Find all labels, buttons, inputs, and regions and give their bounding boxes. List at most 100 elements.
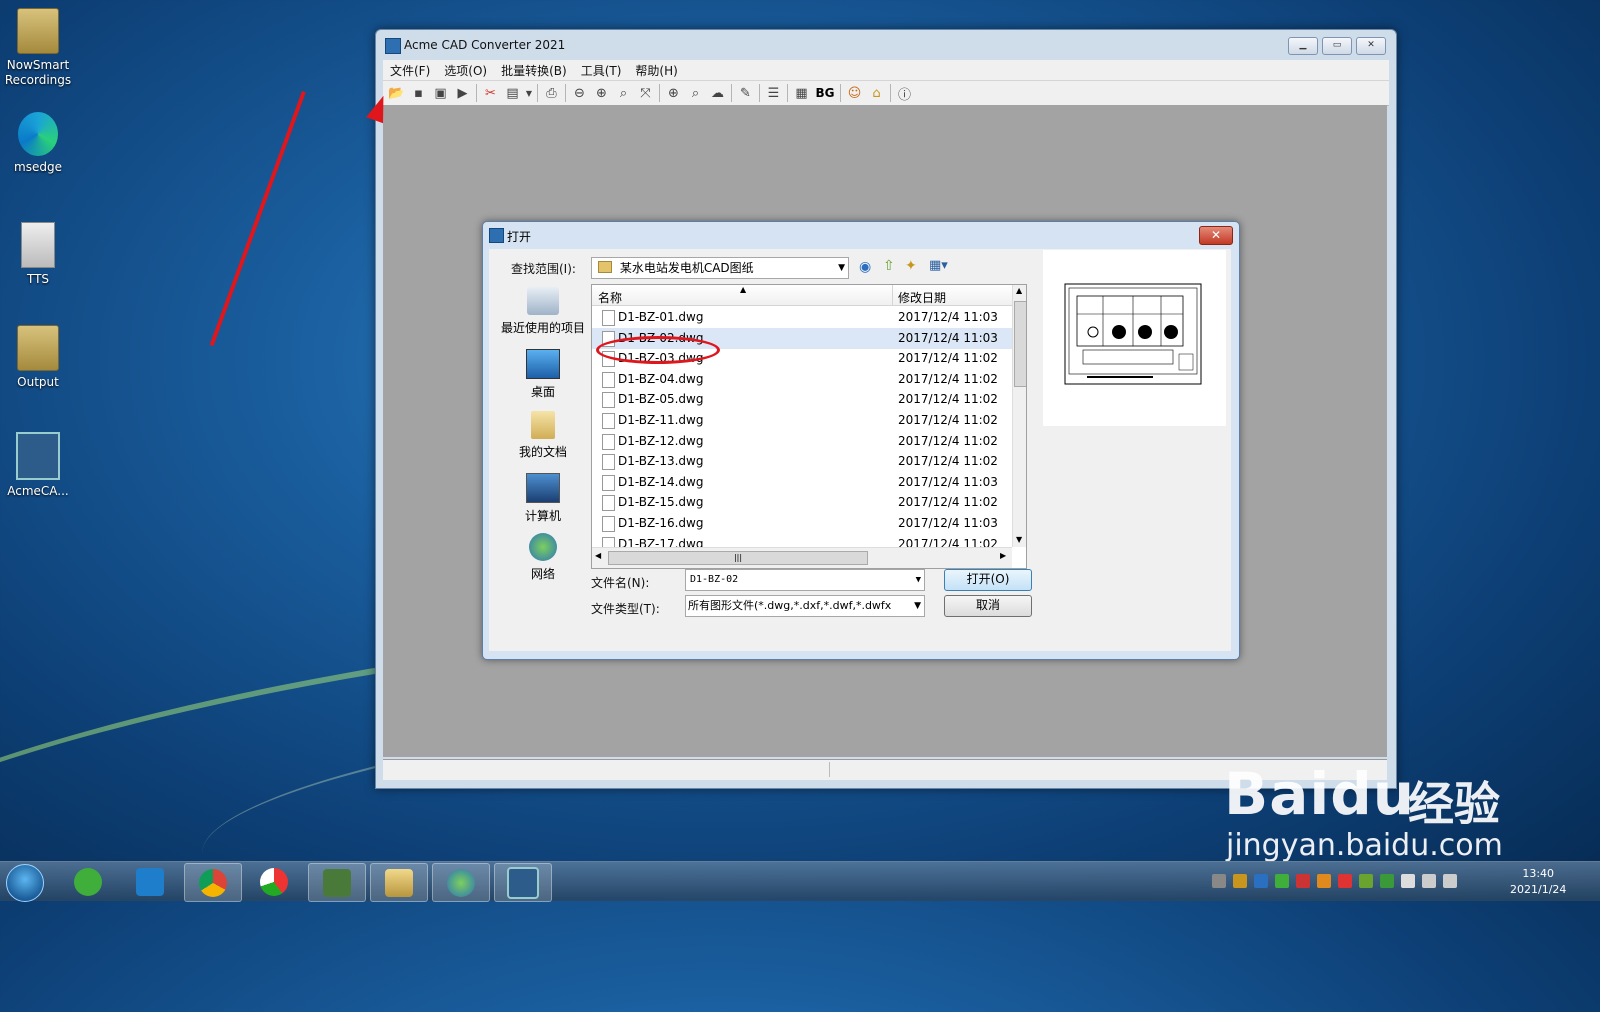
taskbar-chrome[interactable] xyxy=(184,863,242,902)
search-tray-icon[interactable] xyxy=(1317,874,1331,888)
zoom-realtime-icon[interactable]: ⤧ xyxy=(635,83,656,103)
tray-app-icon[interactable] xyxy=(1338,874,1352,888)
view-menu-icon[interactable]: ▦▾ xyxy=(929,258,948,273)
file-row[interactable]: D1-BZ-12.dwg 2017/12/4 11:02 xyxy=(592,431,1012,452)
chevron-down-icon[interactable]: ▼ xyxy=(916,570,921,590)
desktop-icon-msedge[interactable]: msedge xyxy=(2,112,74,175)
menu-options[interactable]: 选项(O) xyxy=(437,62,494,79)
menu-help[interactable]: 帮助(H) xyxy=(628,62,684,79)
scroll-thumb[interactable] xyxy=(1014,301,1026,387)
layout-icon[interactable]: ▦ xyxy=(791,83,812,103)
zoom-out-icon[interactable]: ⊖ xyxy=(569,83,590,103)
desktop-icon-nowsmart[interactable]: NowSmart Recordings xyxy=(2,8,74,88)
menu-tools[interactable]: 工具(T) xyxy=(574,62,629,79)
file-row[interactable]: D1-BZ-01.dwg 2017/12/4 11:03 xyxy=(592,307,1012,328)
filetype-value: 所有图形文件(*.dwg,*.dxf,*.dwf,*.dwfx xyxy=(688,599,892,612)
column-modified-header[interactable]: 修改日期 xyxy=(898,289,946,306)
column-name-header[interactable]: 名称 xyxy=(598,289,622,306)
taskbar-app-5[interactable] xyxy=(308,863,366,902)
zoom-all-icon[interactable]: ⌕ xyxy=(685,83,706,103)
scroll-right-icon[interactable]: ▶ xyxy=(1000,551,1006,560)
place-desktop[interactable]: 桌面 xyxy=(495,349,591,400)
tray-app-icon[interactable] xyxy=(1296,874,1310,888)
window-titlebar[interactable]: Acme CAD Converter 2021 ▁ ▭ ✕ xyxy=(376,30,1396,60)
flag-icon[interactable] xyxy=(1401,874,1415,888)
vscode-icon xyxy=(136,867,164,896)
cancel-button[interactable]: 取消 xyxy=(944,595,1032,617)
background-button[interactable]: BG xyxy=(813,83,837,103)
zoom-extents-icon[interactable]: ⊕ xyxy=(663,83,684,103)
volume-icon[interactable] xyxy=(1443,874,1457,888)
new-folder-icon[interactable]: ✦ xyxy=(905,258,917,274)
up-folder-icon[interactable]: ⇧ xyxy=(883,258,895,274)
folder-icon xyxy=(17,8,59,54)
network-icon[interactable] xyxy=(1422,874,1436,888)
file-row[interactable]: D1-BZ-14.dwg 2017/12/4 11:03 xyxy=(592,472,1012,493)
batch-icon[interactable]: ▤ xyxy=(502,83,523,103)
back-icon[interactable]: ◉ xyxy=(859,259,871,275)
scroll-down-icon[interactable]: ▼ xyxy=(1016,535,1022,544)
maximize-button[interactable]: ▭ xyxy=(1322,37,1352,55)
save-all-icon[interactable]: ▣ xyxy=(430,83,451,103)
taskbar-vscode[interactable] xyxy=(122,863,178,900)
file-row[interactable]: D1-BZ-04.dwg 2017/12/4 11:02 xyxy=(592,369,1012,390)
keyboard-icon[interactable] xyxy=(1212,874,1226,888)
vertical-scrollbar[interactable]: ▲ ▼ xyxy=(1012,285,1026,547)
scroll-up-icon[interactable]: ▲ xyxy=(1016,286,1022,295)
convert-icon[interactable]: ✂ xyxy=(480,83,501,103)
home-icon[interactable]: ⌂ xyxy=(866,83,887,103)
close-window-button[interactable]: ✕ xyxy=(1356,37,1386,55)
save-icon[interactable]: ▪ xyxy=(408,83,429,103)
desktop-icon-acmecad[interactable]: AcmeCA... xyxy=(2,432,74,499)
taskbar-explorer[interactable] xyxy=(370,863,428,902)
user-icon[interactable]: ☺ xyxy=(844,83,865,103)
horizontal-scrollbar[interactable]: ◀ ||| ▶ xyxy=(592,547,1012,568)
taskbar-app-4[interactable] xyxy=(246,863,302,900)
place-documents[interactable]: 我的文档 xyxy=(495,411,591,460)
filename-value: D1-BZ-02 xyxy=(690,574,739,585)
file-row[interactable]: D1-BZ-16.dwg 2017/12/4 11:03 xyxy=(592,513,1012,534)
minimize-button[interactable]: ▁ xyxy=(1288,37,1318,55)
wechat-tray-icon[interactable] xyxy=(1275,874,1289,888)
lookin-dropdown[interactable]: 某水电站发电机CAD图纸 ▼ xyxy=(591,257,849,279)
desktop-icon-tts[interactable]: TTS xyxy=(2,222,74,287)
start-button[interactable] xyxy=(6,864,44,902)
tray-app-icon[interactable] xyxy=(1254,874,1268,888)
system-clock[interactable]: 13:40 2021/1/24 xyxy=(1510,866,1566,898)
menu-batch-convert[interactable]: 批量转换(B) xyxy=(494,62,574,79)
file-row[interactable]: D1-BZ-15.dwg 2017/12/4 11:02 xyxy=(592,492,1012,513)
tray-app-icon[interactable] xyxy=(1233,874,1247,888)
tray-app-icon[interactable] xyxy=(1380,874,1394,888)
tray-app-icon[interactable] xyxy=(1359,874,1373,888)
menu-file[interactable]: 文件(F) xyxy=(383,62,437,79)
layers-icon[interactable]: ☰ xyxy=(763,83,784,103)
taskbar-app-7[interactable] xyxy=(432,863,490,902)
print-icon[interactable]: ⎙ xyxy=(541,83,562,103)
export-icon[interactable]: ▶ xyxy=(452,83,473,103)
filetype-select[interactable]: 所有图形文件(*.dwg,*.dxf,*.dwf,*.dwfx ▼ xyxy=(685,595,925,617)
info-icon[interactable]: ⓘ xyxy=(894,83,915,103)
taskbar-acmecad[interactable] xyxy=(494,863,552,902)
file-row[interactable]: D1-BZ-05.dwg 2017/12/4 11:02 xyxy=(592,389,1012,410)
file-row[interactable]: D1-BZ-13.dwg 2017/12/4 11:02 xyxy=(592,451,1012,472)
scroll-left-icon[interactable]: ◀ xyxy=(595,551,601,560)
chevron-down-icon[interactable]: ▼ xyxy=(914,596,921,616)
zoom-in-icon[interactable]: ⊕ xyxy=(591,83,612,103)
pan-icon[interactable]: ☁ xyxy=(707,83,728,103)
taskbar-wechat[interactable] xyxy=(60,863,116,900)
place-computer[interactable]: 计算机 xyxy=(495,473,591,524)
desktop-icon-output[interactable]: Output xyxy=(2,325,74,390)
file-list[interactable]: 名称 ▲ 修改日期 D1-BZ-01.dwg 2017/12/4 11:03 D1-… xyxy=(591,284,1027,569)
file-row[interactable]: D1-BZ-11.dwg 2017/12/4 11:02 xyxy=(592,410,1012,431)
zoom-window-icon[interactable]: ⌕ xyxy=(613,83,634,103)
place-network[interactable]: 网络 xyxy=(495,533,591,582)
toolbar-separator xyxy=(759,84,760,102)
file-icon xyxy=(602,495,615,512)
dropdown-chevron-icon[interactable]: ▼ xyxy=(524,83,534,103)
measure-icon[interactable]: ✎ xyxy=(735,83,756,103)
scroll-thumb[interactable]: ||| xyxy=(608,551,868,565)
filename-input[interactable]: D1-BZ-02 ▼ xyxy=(685,569,925,591)
dialog-close-button[interactable]: ✕ xyxy=(1199,226,1233,245)
open-button[interactable]: 打开(O) xyxy=(944,569,1032,591)
place-recent[interactable]: 最近使用的项目 xyxy=(495,287,591,336)
